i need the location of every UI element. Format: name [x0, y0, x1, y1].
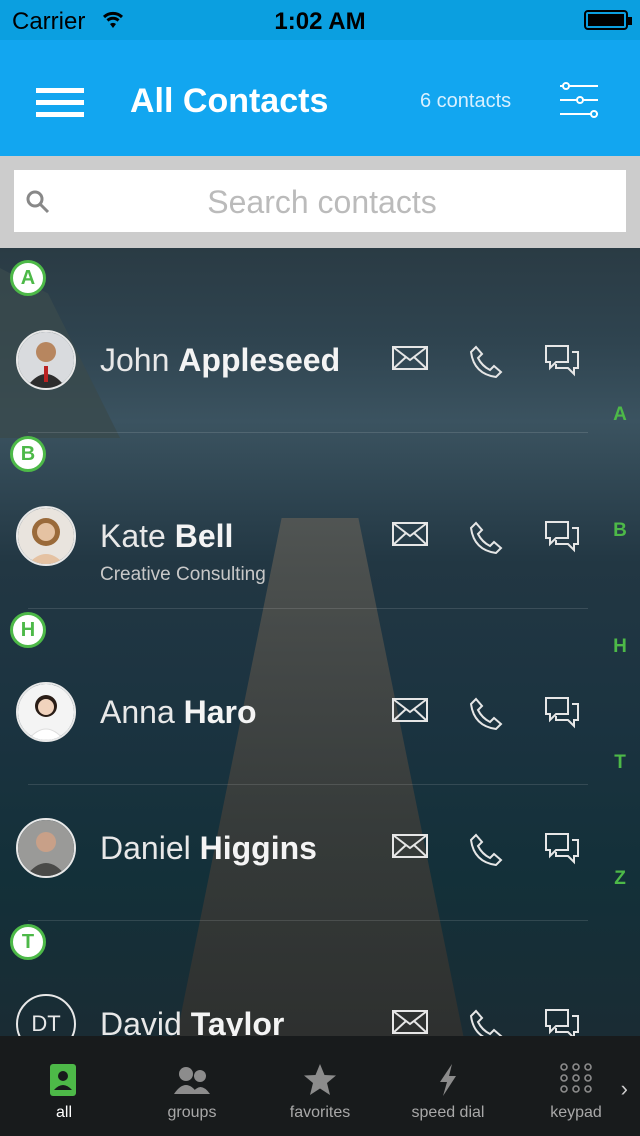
- lightning-icon: [440, 1064, 456, 1096]
- keypad-icon: [560, 1063, 592, 1093]
- phone-icon[interactable]: [468, 520, 504, 556]
- email-icon[interactable]: [392, 344, 428, 372]
- tab-label: favorites: [289, 1104, 351, 1121]
- menu-icon[interactable]: [36, 88, 84, 124]
- contact-name: David Taylor: [100, 1006, 285, 1036]
- phone-icon[interactable]: [468, 696, 504, 732]
- contact-row-anna-haro[interactable]: Anna Haro: [0, 650, 640, 786]
- chevron-right-icon[interactable]: ›: [621, 1076, 628, 1102]
- divider: [28, 784, 588, 785]
- phone-icon[interactable]: [468, 1008, 504, 1036]
- email-icon[interactable]: [392, 1008, 428, 1036]
- avatar-initials: DT: [16, 994, 76, 1036]
- contacts-icon: [50, 1064, 76, 1096]
- index-letter-b[interactable]: B: [610, 520, 630, 542]
- contact-row-daniel-higgins[interactable]: Daniel Higgins: [0, 786, 640, 922]
- index-letter-h[interactable]: H: [610, 636, 630, 658]
- email-icon[interactable]: [392, 520, 428, 548]
- message-icon[interactable]: [544, 696, 580, 730]
- contact-row-david-taylor[interactable]: DT David Taylor: [0, 962, 640, 1036]
- contact-row-john-appleseed[interactable]: John Appleseed: [0, 298, 640, 434]
- contact-name: Kate Bell: [100, 518, 234, 554]
- section-header-t: T: [10, 924, 46, 960]
- groups-icon: [174, 1067, 210, 1094]
- contact-name: John Appleseed: [100, 342, 341, 378]
- contact-count: 6 contacts: [420, 90, 512, 112]
- filter-settings-icon[interactable]: [558, 82, 600, 118]
- message-icon[interactable]: [544, 832, 580, 866]
- section-header-b: B: [10, 436, 46, 472]
- page-title: All Contacts: [130, 82, 329, 120]
- tab-label: speed dial: [411, 1104, 485, 1121]
- phone-icon[interactable]: [468, 832, 504, 868]
- email-icon[interactable]: [392, 696, 428, 724]
- nav-bar: All Contacts 6 contacts: [0, 40, 640, 156]
- battery-icon: [584, 10, 632, 30]
- email-icon[interactable]: [392, 832, 428, 860]
- star-icon: [304, 1064, 336, 1095]
- message-icon[interactable]: [544, 520, 580, 554]
- index-letter-a[interactable]: A: [610, 404, 630, 426]
- contact-name: Daniel Higgins: [100, 830, 317, 866]
- section-header-a: A: [10, 260, 46, 296]
- status-bar: Carrier 1:02 AM: [0, 0, 640, 40]
- search-box[interactable]: [14, 170, 630, 234]
- contact-name: Anna Haro: [100, 694, 257, 730]
- tab-all[interactable]: all: [0, 1036, 128, 1136]
- divider: [28, 920, 588, 921]
- tab-speed-dial[interactable]: speed dial: [384, 1036, 512, 1136]
- index-letter-z[interactable]: Z: [610, 868, 630, 890]
- divider: [28, 432, 588, 433]
- tab-bar: all groups favorites speed dial keypad ›: [0, 1036, 640, 1136]
- tab-label: groups: [167, 1104, 217, 1121]
- message-icon[interactable]: [544, 1008, 580, 1036]
- contact-company: Creative Consulting: [100, 564, 266, 585]
- search-input[interactable]: [14, 170, 630, 234]
- tab-label: all: [55, 1104, 72, 1121]
- clock: 1:02 AM: [274, 8, 366, 35]
- message-icon[interactable]: [544, 344, 580, 378]
- index-letter-t[interactable]: T: [610, 752, 630, 774]
- initials: DT: [31, 1011, 61, 1036]
- tab-label: keypad: [550, 1104, 602, 1121]
- phone-icon[interactable]: [468, 344, 504, 380]
- search-icon: [26, 190, 50, 214]
- contact-row-kate-bell[interactable]: Kate Bell Creative Consulting: [0, 474, 640, 610]
- contacts-list[interactable]: A John Appleseed B Kate Bell Creative Co…: [0, 248, 640, 1036]
- avatar: [16, 682, 76, 742]
- section-header-h: H: [10, 612, 46, 648]
- avatar: [16, 330, 76, 390]
- divider: [28, 608, 588, 609]
- tab-favorites[interactable]: favorites: [256, 1036, 384, 1136]
- avatar: [16, 506, 76, 566]
- avatar: [16, 818, 76, 878]
- search-bar: [0, 156, 640, 248]
- tab-groups[interactable]: groups: [128, 1036, 256, 1136]
